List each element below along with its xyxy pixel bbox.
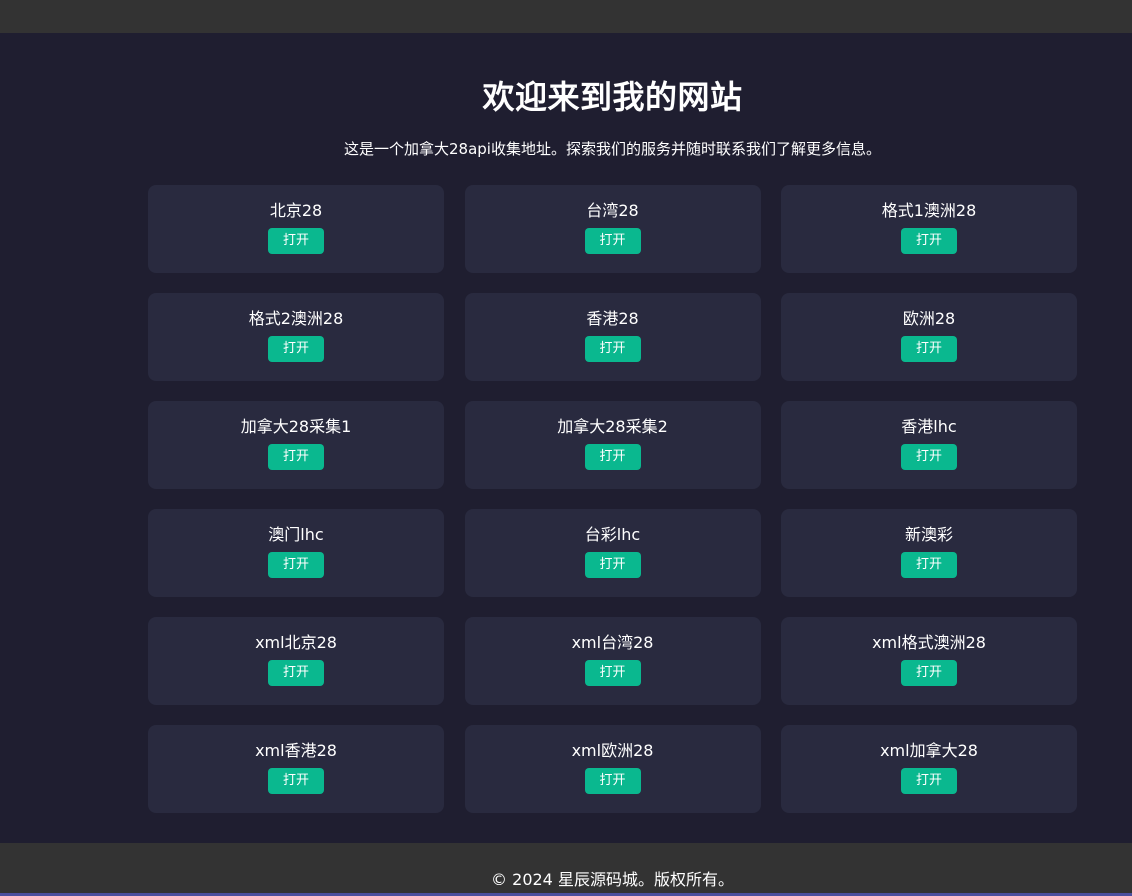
card-title: 香港28	[586, 309, 639, 328]
card-format1-australia-28: 格式1澳洲28 打开	[781, 185, 1077, 273]
open-button[interactable]: 打开	[268, 660, 324, 686]
card-taiwan-28: 台湾28 打开	[464, 185, 761, 273]
card-format2-australia-28: 格式2澳洲28 打开	[148, 293, 444, 381]
card-title: 欧洲28	[902, 309, 956, 328]
open-button[interactable]: 打开	[901, 444, 957, 470]
open-button[interactable]: 打开	[268, 444, 324, 470]
open-button[interactable]: 打开	[268, 768, 324, 794]
card-title: 台彩lhc	[584, 525, 641, 544]
page-title: 欢迎来到我的网站	[482, 78, 743, 116]
card-title: xml台湾28	[571, 633, 654, 652]
open-button[interactable]: 打开	[268, 336, 324, 362]
card-grid: 北京28 打开 台湾28 打开 格式1澳洲28 打开 格式2澳洲28 打开 香港…	[148, 185, 1077, 813]
card-title: xml格式澳洲28	[872, 633, 986, 652]
open-button[interactable]: 打开	[901, 660, 957, 686]
card-europe-28: 欧洲28 打开	[781, 293, 1077, 381]
card-hongkong-lhc: 香港lhc 打开	[781, 401, 1077, 489]
open-button[interactable]: 打开	[268, 228, 324, 254]
card-xml-europe-28: xml欧洲28 打开	[464, 725, 761, 813]
open-button[interactable]: 打开	[901, 336, 957, 362]
card-canada-28-collect-1: 加拿大28采集1 打开	[148, 401, 444, 489]
top-bar	[0, 0, 1132, 33]
card-xml-beijing-28: xml北京28 打开	[148, 617, 444, 705]
card-title: 香港lhc	[901, 417, 957, 436]
open-button[interactable]: 打开	[584, 768, 641, 794]
card-canada-28-collect-2: 加拿大28采集2 打开	[464, 401, 761, 489]
footer: © 2024 星辰源码城。版权所有。	[0, 843, 1132, 896]
card-beijing-28: 北京28 打开	[148, 185, 444, 273]
card-taiwan-lhc: 台彩lhc 打开	[464, 509, 761, 597]
card-title: 加拿大28采集2	[557, 417, 668, 436]
card-title: xml香港28	[255, 741, 337, 760]
card-title: 澳门lhc	[268, 525, 324, 544]
open-button[interactable]: 打开	[584, 660, 641, 686]
card-title: 加拿大28采集1	[240, 417, 352, 436]
card-macau-lhc: 澳门lhc 打开	[148, 509, 444, 597]
card-title: 台湾28	[586, 201, 639, 220]
page-subtitle: 这是一个加拿大28api收集地址。探索我们的服务并随时联系我们了解更多信息。	[344, 140, 881, 158]
card-title: 新澳彩	[904, 525, 953, 544]
open-button[interactable]: 打开	[584, 336, 641, 362]
open-button[interactable]: 打开	[901, 552, 957, 578]
card-title: 格式1澳洲28	[881, 201, 977, 220]
card-title: xml加拿大28	[880, 741, 978, 760]
card-title: xml北京28	[255, 633, 337, 652]
card-xml-taiwan-28: xml台湾28 打开	[464, 617, 761, 705]
copyright-text: © 2024 星辰源码城。版权所有。	[491, 870, 734, 889]
open-button[interactable]: 打开	[901, 768, 957, 794]
open-button[interactable]: 打开	[584, 228, 641, 254]
card-title: xml欧洲28	[571, 741, 654, 760]
open-button[interactable]: 打开	[268, 552, 324, 578]
card-xml-hongkong-28: xml香港28 打开	[148, 725, 444, 813]
card-xml-format-australia-28: xml格式澳洲28 打开	[781, 617, 1077, 705]
card-title: 北京28	[269, 201, 323, 220]
open-button[interactable]: 打开	[584, 444, 641, 470]
main-content: 欢迎来到我的网站 这是一个加拿大28api收集地址。探索我们的服务并随时联系我们…	[0, 33, 1132, 843]
card-new-macau: 新澳彩 打开	[781, 509, 1077, 597]
card-hongkong-28: 香港28 打开	[464, 293, 761, 381]
open-button[interactable]: 打开	[584, 552, 641, 578]
open-button[interactable]: 打开	[901, 228, 957, 254]
card-title: 格式2澳洲28	[248, 309, 344, 328]
card-xml-canada-28: xml加拿大28 打开	[781, 725, 1077, 813]
